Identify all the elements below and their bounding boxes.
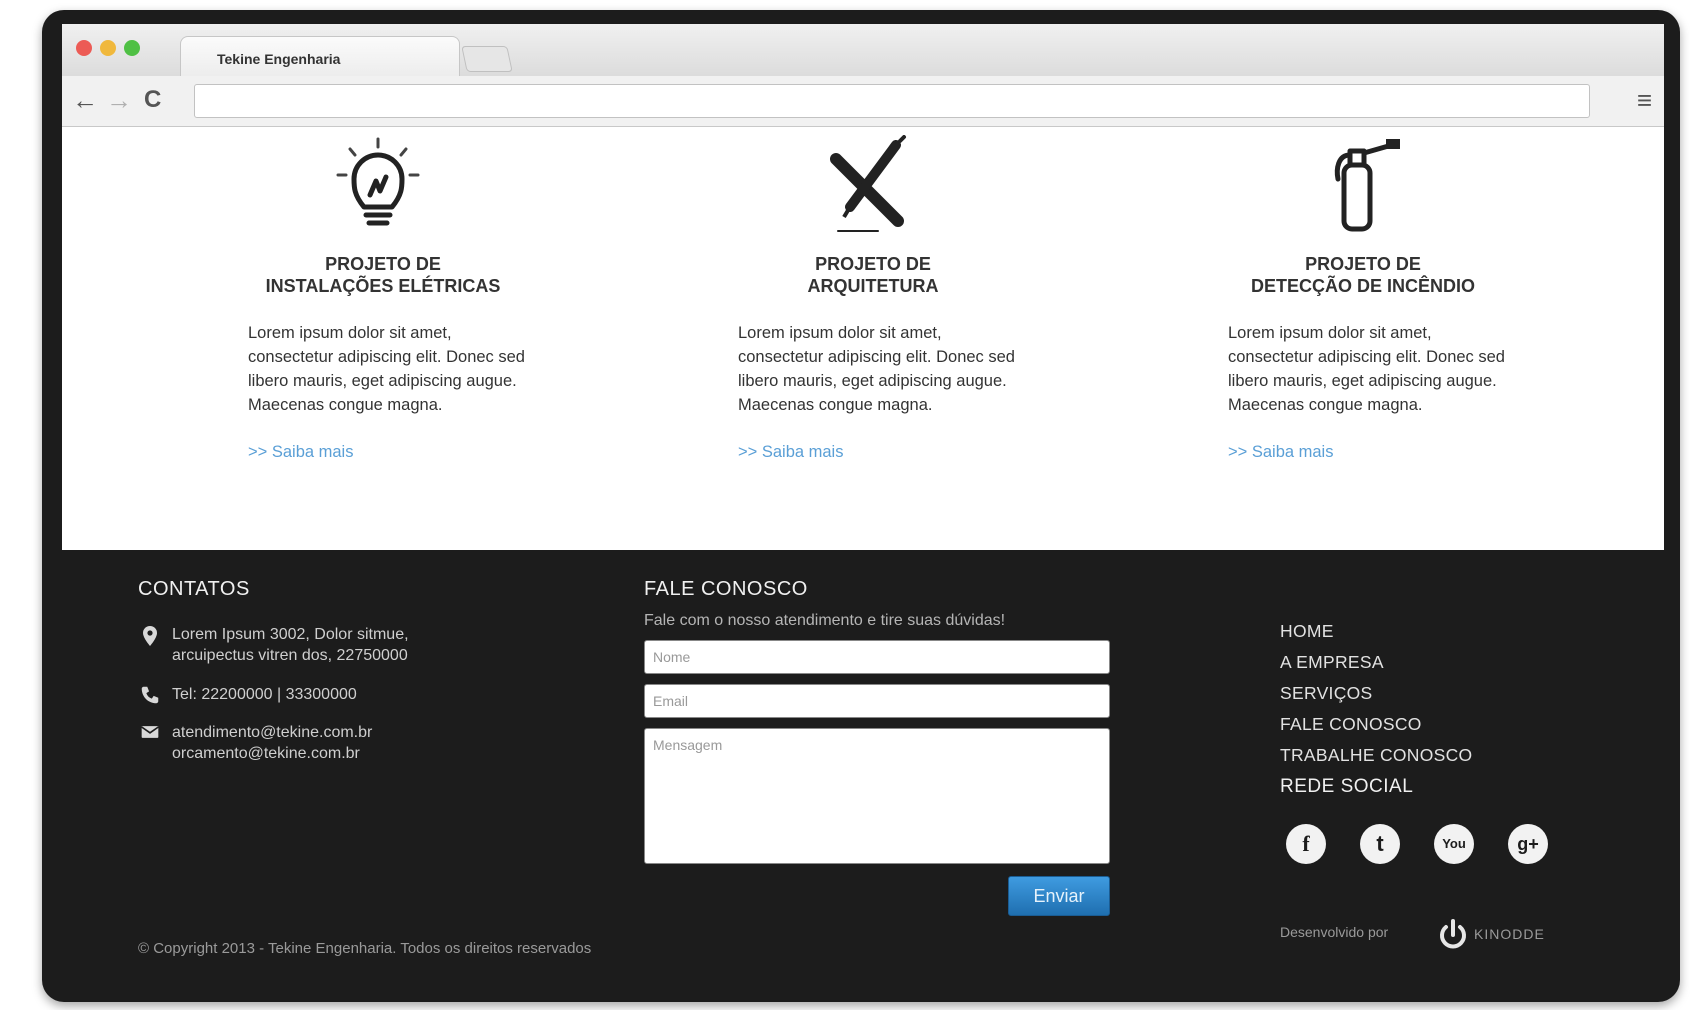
service-title: PROJETO DE ARQUITETURA [728, 253, 1018, 297]
facebook-icon[interactable]: f [1286, 824, 1326, 864]
youtube-icon[interactable]: You [1434, 824, 1474, 864]
email-text: atendimento@tekine.com.br orcamento@teki… [172, 722, 372, 764]
service-description: Lorem ipsum dolor sit amet, consectetur … [1228, 324, 1505, 414]
service-title: PROJETO DE DETECÇÃO DE INCÊNDIO [1218, 253, 1508, 297]
fale-conosco-heading: FALE CONOSCO [644, 578, 808, 600]
send-button[interactable]: Enviar [1008, 876, 1110, 916]
power-logo-icon[interactable] [1436, 918, 1470, 952]
browser-toolbar: ← → C ≡ [62, 76, 1664, 127]
browser-tab[interactable]: Tekine Engenharia [180, 36, 460, 78]
phone-icon [141, 686, 159, 704]
footer-nav: HOME A EMPRESA SERVIÇOS FALE CONOSCO TRA… [1280, 616, 1472, 771]
fire-extinguisher-icon [1334, 139, 1400, 232]
new-tab-button[interactable] [461, 46, 513, 72]
saiba-mais-link[interactable]: >> Saiba mais [248, 443, 353, 462]
service-title-line1: PROJETO DE [1305, 254, 1421, 274]
location-pin-icon [143, 626, 157, 646]
footer-nav-empresa[interactable]: A EMPRESA [1280, 647, 1472, 678]
name-input[interactable] [644, 640, 1110, 674]
close-window-button[interactable] [76, 40, 92, 56]
services-section: PROJETO DE INSTALAÇÕES ELÉTRICAS Lorem i… [62, 127, 1664, 550]
footer-nav-home[interactable]: HOME [1280, 616, 1472, 647]
back-arrow-icon[interactable]: ← [72, 86, 98, 114]
address-bar[interactable] [194, 84, 1590, 118]
address-line1: Lorem Ipsum 3002, Dolor sitmue, [172, 626, 409, 643]
service-title: PROJETO DE INSTALAÇÕES ELÉTRICAS [238, 253, 528, 297]
footer-nav-fale-conosco[interactable]: FALE CONOSCO [1280, 709, 1472, 740]
minimize-window-button[interactable] [100, 40, 116, 56]
contacts-heading: CONTATOS [138, 578, 250, 600]
lightbulb-icon [336, 137, 420, 226]
phone-text: Tel: 22200000 | 33300000 [172, 686, 357, 703]
saiba-mais-link[interactable]: >> Saiba mais [738, 443, 843, 462]
browser-window: Tekine Engenharia ← → C ≡ PROJETO DE INS… [62, 24, 1664, 982]
address-line2: arcuipectus vitren dos, 22750000 [172, 647, 408, 664]
service-title-line1: PROJETO DE [815, 254, 931, 274]
forward-arrow-icon[interactable]: → [106, 86, 132, 114]
service-description: Lorem ipsum dolor sit amet, consectetur … [248, 324, 525, 414]
developed-by-text: Desenvolvido por [1280, 924, 1389, 940]
hamburger-menu-icon[interactable]: ≡ [1637, 86, 1652, 114]
service-title-line2: ARQUITETURA [807, 276, 939, 296]
google-plus-icon[interactable]: g+ [1508, 824, 1548, 864]
service-description: Lorem ipsum dolor sit amet, consectetur … [738, 324, 1015, 414]
social-heading: REDE SOCIAL [1280, 776, 1414, 797]
twitter-icon[interactable]: t [1360, 824, 1400, 864]
email-orcamento[interactable]: orcamento@tekine.com.br [172, 743, 372, 764]
tab-bar: Tekine Engenharia [62, 24, 1664, 78]
tab-title: Tekine Engenharia [217, 51, 341, 67]
developer-name[interactable]: KINODDE [1474, 926, 1545, 942]
reload-icon[interactable]: C [144, 86, 161, 114]
saiba-mais-link[interactable]: >> Saiba mais [1228, 443, 1333, 462]
email-atendimento[interactable]: atendimento@tekine.com.br [172, 722, 372, 743]
fale-conosco-subtitle: Fale com o nosso atendimento e tire suas… [644, 612, 1006, 629]
copyright-text: © Copyright 2013 - Tekine Engenharia. To… [138, 940, 592, 957]
email-input[interactable] [644, 684, 1110, 718]
site-footer: CONTATOS Lorem Ipsum 3002, Dolor sitmue,… [62, 550, 1664, 982]
service-title-line1: PROJETO DE [325, 254, 441, 274]
service-title-line2: INSTALAÇÕES ELÉTRICAS [265, 276, 501, 296]
pencil-ruler-icon [830, 135, 906, 232]
service-title-line2: DETECÇÃO DE INCÊNDIO [1250, 276, 1475, 296]
envelope-icon [141, 726, 159, 738]
message-textarea[interactable] [644, 728, 1110, 864]
footer-nav-servicos[interactable]: SERVIÇOS [1280, 678, 1472, 709]
address-text: Lorem Ipsum 3002, Dolor sitmue, arcuipec… [172, 624, 409, 666]
maximize-window-button[interactable] [124, 40, 140, 56]
footer-nav-trabalhe-conosco[interactable]: TRABALHE CONOSCO [1280, 740, 1472, 771]
